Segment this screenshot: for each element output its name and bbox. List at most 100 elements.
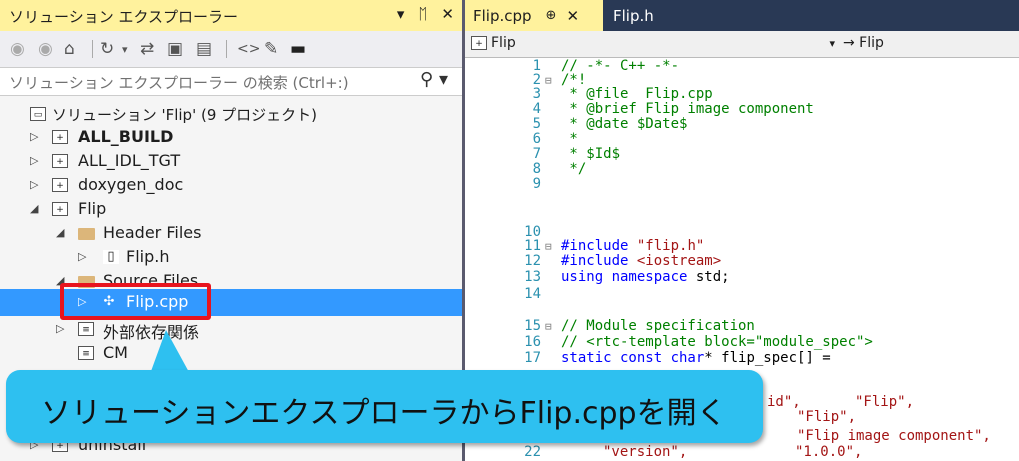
solution-explorer-search[interactable]: ソリューション エクスプローラー の検索 (Ctrl+:) ⚲ ▾ xyxy=(0,67,462,96)
code-keyword: #include xyxy=(561,238,629,254)
tab-label: Flip.h xyxy=(613,6,654,25)
history-icon[interactable]: ↻ xyxy=(100,37,114,61)
line-number: 14 xyxy=(524,286,541,302)
project-icon: + xyxy=(52,178,68,192)
code-string: "1.0.0", xyxy=(795,444,863,460)
code-line: */ xyxy=(561,161,587,177)
tree-item-label: ALL_IDL_TGT xyxy=(78,151,181,170)
code-keyword: using namespace xyxy=(561,269,688,285)
code-line: // <rtc-template block="module_spec"> xyxy=(561,334,873,350)
line-number: 7 xyxy=(532,146,541,162)
code-string: "version", xyxy=(603,444,688,460)
line-number: 15 xyxy=(524,318,541,334)
tree-item-label: Header Files xyxy=(103,223,202,242)
collapse-all-icon[interactable]: ▣ xyxy=(167,37,183,61)
line-number: 11 xyxy=(524,238,541,254)
expand-icon[interactable]: ▷ xyxy=(56,322,64,335)
toolbar-separator xyxy=(92,40,93,58)
tree-item-header-files[interactable]: ◢ Header Files xyxy=(0,222,462,246)
search-input[interactable]: ソリューション エクスプローラー の検索 (Ctrl+:) xyxy=(9,72,349,93)
code-text: std; xyxy=(687,269,730,285)
expand-icon[interactable]: ▷ xyxy=(30,130,38,143)
properties-wrench-icon[interactable]: ✎ xyxy=(264,37,278,61)
scope-dropdown[interactable]: → Flip xyxy=(843,33,1013,53)
code-line: static const char* flip_spec[] = xyxy=(561,350,831,366)
chevron-down-icon[interactable]: ▾ xyxy=(829,37,835,50)
fold-toggle-icon[interactable]: ⊟ xyxy=(545,240,552,253)
code-line: * @brief Flip image component xyxy=(561,101,814,117)
line-number: 6 xyxy=(532,131,541,147)
code-line: * $Id$ xyxy=(561,146,621,162)
code-string: "flip.h" xyxy=(628,238,705,254)
folder-icon xyxy=(78,228,95,240)
solution-explorer-title: ソリューション エクスプローラー xyxy=(9,8,239,26)
expand-icon[interactable]: ▷ xyxy=(30,154,38,167)
dependencies-icon: ≡ xyxy=(78,322,94,336)
code-line: #include "flip.h" xyxy=(561,238,704,254)
view-code-icon[interactable]: <> xyxy=(237,37,260,61)
solution-explorer-toolbar: ◉ ◉ ⌂ ↻ ▾ ⇄ ▣ ▤ <> ✎ ▬ xyxy=(0,31,462,67)
line-number: 5 xyxy=(532,116,541,132)
line-number: 22 xyxy=(524,444,541,460)
code-line: * xyxy=(561,131,578,147)
close-icon[interactable]: ✕ xyxy=(441,5,454,23)
code-line: * @date $Date$ xyxy=(561,116,688,132)
tree-item-cmake[interactable]: ≡ CM xyxy=(0,342,462,366)
pin-icon[interactable]: ᛖ xyxy=(418,5,427,23)
code-keyword: #include xyxy=(561,253,629,269)
tree-item-flip-h[interactable]: ▷ ▯ Flip.h xyxy=(0,246,462,270)
tree-item-label: CM xyxy=(103,343,128,362)
back-icon[interactable]: ◉ xyxy=(10,37,25,61)
titlebar-buttons: ▾ ᛖ ✕ xyxy=(397,5,454,23)
collapse-icon[interactable]: ◢ xyxy=(30,202,38,215)
preview-icon[interactable]: ▬ xyxy=(290,37,306,61)
tree-item-all-build[interactable]: ▷ + ALL_BUILD xyxy=(0,126,462,150)
fold-toggle-icon[interactable]: ⊟ xyxy=(545,74,552,87)
show-all-files-icon[interactable]: ▤ xyxy=(196,37,212,61)
code-string: <iostream> xyxy=(628,253,722,269)
project-dropdown-value: Flip xyxy=(491,35,516,51)
toolbar-separator xyxy=(226,40,227,58)
tab-flip-cpp[interactable]: Flip.cpp ⊕ ✕ xyxy=(465,0,603,31)
expand-icon[interactable]: ▷ xyxy=(30,178,38,191)
fold-toggle-icon[interactable]: ⊟ xyxy=(545,320,552,333)
tab-flip-h[interactable]: Flip.h xyxy=(609,0,679,31)
expand-icon[interactable]: ▷ xyxy=(78,250,86,263)
line-number: 16 xyxy=(524,334,541,350)
navigation-bar: + Flip ▾ → Flip xyxy=(465,31,1019,58)
tree-item-all-idl-tgt[interactable]: ▷ + ALL_IDL_TGT xyxy=(0,150,462,174)
code-line: using namespace std; xyxy=(561,269,730,285)
line-number: 13 xyxy=(524,269,541,285)
tree-item-solution[interactable]: ▭ ソリューション 'Flip' (9 プロジェクト) xyxy=(0,103,462,127)
chevron-down-icon[interactable]: ▾ xyxy=(122,37,128,61)
tree-item-label: Flip.h xyxy=(126,247,170,266)
search-icon[interactable]: ⚲ ▾ xyxy=(420,69,448,90)
tree-item-label: ALL_BUILD xyxy=(78,127,174,146)
line-number: 12 xyxy=(524,253,541,269)
project-icon: + xyxy=(52,130,68,144)
tree-item-flip[interactable]: ◢ + Flip xyxy=(0,198,462,222)
code-line: * @file Flip.cpp xyxy=(561,86,713,102)
line-number: 17 xyxy=(524,350,541,366)
collapse-icon[interactable]: ◢ xyxy=(56,226,64,239)
pin-icon[interactable]: ⊕ xyxy=(546,8,557,23)
sync-icon[interactable]: ⇄ xyxy=(140,37,154,61)
tree-item-doxygen-doc[interactable]: ▷ + doxygen_doc xyxy=(0,174,462,198)
code-line: #include <iostream> xyxy=(561,253,721,269)
callout-pointer xyxy=(150,330,190,374)
scope-dropdown-value: → Flip xyxy=(843,35,884,51)
close-icon[interactable]: ✕ xyxy=(566,7,579,25)
project-dropdown[interactable]: + Flip ▾ xyxy=(471,33,835,53)
code-keyword: static const char xyxy=(561,350,705,366)
highlight-box xyxy=(60,283,211,320)
forward-icon[interactable]: ◉ xyxy=(38,37,53,61)
solution-icon: ▭ xyxy=(30,107,46,121)
code-string: id", xyxy=(767,394,801,410)
tree-item-external-dependencies[interactable]: ▷ ≡ 外部依存関係 xyxy=(0,318,462,342)
dropdown-icon[interactable]: ▾ xyxy=(397,5,405,23)
line-number: 9 xyxy=(532,176,541,192)
code-string: "Flip image component", xyxy=(797,428,991,444)
home-icon[interactable]: ⌂ xyxy=(64,37,75,61)
project-icon: + xyxy=(52,202,68,216)
tab-label: Flip.cpp xyxy=(473,6,532,25)
